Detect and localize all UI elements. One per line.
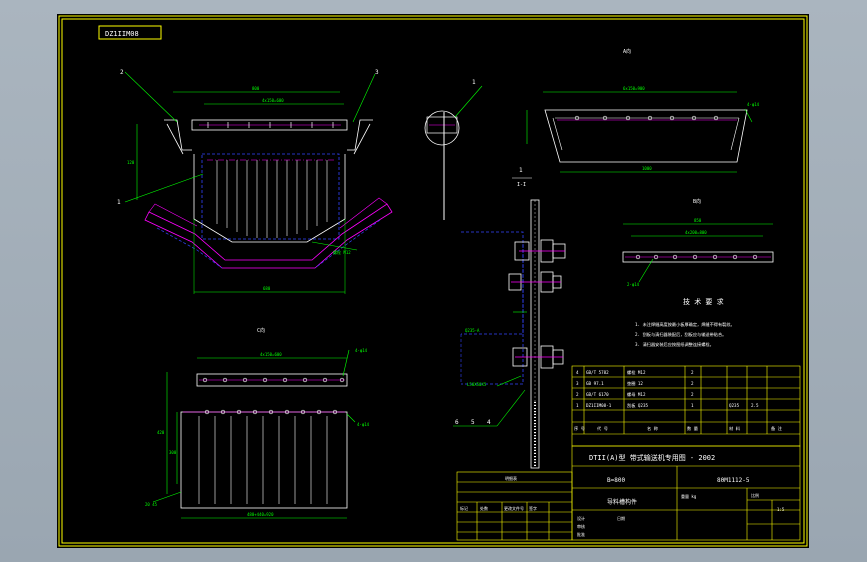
file-label: 更改文件号 bbox=[504, 505, 524, 511]
revision-table-text: 明细表 标记 处数 更改文件号 签字 bbox=[460, 475, 537, 511]
bom-row-2-qty: 2 bbox=[691, 392, 694, 397]
dim-a-top: 6x150=900 bbox=[623, 86, 645, 91]
dim-a-bottom: 1000 bbox=[642, 166, 652, 171]
section-view: 1 I-I Q235-A L50X50X5 6 5 4 bbox=[453, 167, 566, 469]
balloon-5: 5 bbox=[471, 419, 475, 426]
dim-c-bottom: 480+440=920 bbox=[247, 512, 274, 517]
bom-row-3-no: 3 bbox=[576, 381, 579, 386]
balloon-section: 1 bbox=[519, 167, 523, 174]
detail-circle: 1 bbox=[424, 79, 483, 220]
cad-drawing: DZ1IIM08 800 4x150=600 680 120 2 3 1 螺栓 … bbox=[58, 15, 808, 547]
drawing-number-text: DZ1IIM08 bbox=[105, 30, 139, 38]
title-block-text: DTII(A)型 带式输送机专用图 - 2002 B=800 80M1112-5… bbox=[577, 453, 785, 537]
drawing-code: 80M1112-5 bbox=[717, 477, 750, 484]
bom-row-4-name: 螺栓 M12 bbox=[627, 369, 646, 376]
company-line: DTII(A)型 带式输送机专用图 - 2002 bbox=[589, 453, 715, 462]
bom-row-1-material: Q235 bbox=[729, 403, 740, 408]
balloon-4: 4 bbox=[487, 419, 491, 426]
c-right-note2: 4-φ14 bbox=[357, 422, 370, 427]
bom-header-name: 名 称 bbox=[647, 425, 658, 432]
bom-row-3-code: GB 97.1 bbox=[586, 381, 604, 386]
dim-left-small: 120 bbox=[127, 160, 135, 165]
sheet-border-inner bbox=[61, 18, 805, 544]
c-view-ribs bbox=[198, 416, 328, 504]
viewport: DZ1IIM08 800 4x150=600 680 120 2 3 1 螺栓 … bbox=[0, 0, 867, 562]
bom-row-2-code: GB/T 6170 bbox=[586, 392, 609, 397]
section-note1: Q235-A bbox=[465, 328, 480, 333]
dim-top-inner: 4x150=600 bbox=[262, 98, 284, 103]
sign-label: 签字 bbox=[529, 505, 537, 511]
hidden-skirt bbox=[201, 153, 340, 240]
balloon-detail: 1 bbox=[472, 79, 476, 86]
bom-rows: 4 GB/T 5782 螺栓 M12 2 3 GB 97.1 垫圈 12 2 2… bbox=[574, 369, 783, 432]
balloon-2: 2 bbox=[120, 69, 124, 76]
sheet-border-outer bbox=[58, 15, 808, 547]
tech-item-2: 2. 刮板与清扫器装配后，刮板应与输送带贴合。 bbox=[635, 331, 726, 338]
section-note2: L50X50X5 bbox=[467, 382, 487, 387]
balloon-6: 6 bbox=[455, 419, 459, 426]
dim-c-left: 420 bbox=[157, 430, 165, 435]
view-label-section: I-I bbox=[517, 182, 526, 188]
label-top-right: 4-φ14 bbox=[747, 102, 760, 107]
dim-b-top: 4x200=800 bbox=[685, 230, 707, 235]
section-bolts bbox=[508, 239, 566, 369]
bom-header-material: 材 料 bbox=[729, 425, 741, 432]
bom-row-1-remark: 2.5 bbox=[751, 403, 759, 408]
bolt-note: 螺栓 M12 bbox=[333, 249, 351, 255]
bom-row-4-code: GB/T 5782 bbox=[586, 370, 609, 375]
dim-c-top: 4x150=600 bbox=[260, 352, 282, 357]
dim-b-total: 850 bbox=[694, 218, 702, 223]
bom-row-1-qty: 1 bbox=[691, 403, 694, 408]
tech-item-3: 3. 清扫器安装后应按图纸调整连接螺栓。 bbox=[635, 341, 714, 348]
bom-row-4-no: 4 bbox=[576, 370, 579, 375]
hole-note: 2-φ14 bbox=[627, 282, 640, 287]
scale-label: 比例 bbox=[751, 492, 759, 498]
tech-title: 技 术 要 求 bbox=[683, 297, 724, 306]
designer-label: 设计 bbox=[577, 515, 585, 521]
view-label-c: C向 bbox=[257, 327, 265, 334]
count-label: 处数 bbox=[480, 505, 488, 511]
bom-header-code: 代 号 bbox=[597, 425, 608, 432]
bom-header-qty: 数 量 bbox=[687, 425, 698, 432]
belt-width: B=800 bbox=[607, 477, 625, 484]
bom-row-1-name: 刮板 Q235 bbox=[627, 402, 648, 409]
view-label-a: A向 bbox=[623, 48, 631, 55]
weight-label: 重量 kg bbox=[681, 493, 697, 499]
c-view: C向 4x150=600 420 300 480+440=920 20 45 4… bbox=[145, 327, 370, 519]
bom-row-1-no: 1 bbox=[576, 403, 579, 408]
part-name: 导料槽构件 bbox=[607, 498, 637, 506]
bom-row-2-name: 螺母 M12 bbox=[627, 391, 646, 398]
bom-row-4-qty: 2 bbox=[691, 370, 694, 375]
bom-header-no: 序 号 bbox=[574, 425, 585, 432]
tech-requirements: 技 术 要 求 1. 未注焊缝高度按最小板厚确定，焊缝不得有裂纹。 2. 刮板与… bbox=[635, 297, 735, 348]
c-right-note: 4-φ14 bbox=[355, 348, 368, 353]
checker-label: 审核 bbox=[577, 523, 585, 529]
balloon-1: 1 bbox=[117, 199, 121, 206]
balloon-3: 3 bbox=[375, 69, 379, 76]
sheet-scale: 1:5 bbox=[777, 507, 785, 512]
bom-header-remark: 备 注 bbox=[771, 425, 783, 432]
view-label-b: B向 bbox=[693, 198, 701, 205]
a-view: A向 6x150=900 1000 4-φ14 bbox=[526, 48, 760, 173]
dim-c-left2: 300 bbox=[169, 450, 177, 455]
tech-item-1: 1. 未注焊缝高度按最小板厚确定，焊缝不得有裂纹。 bbox=[635, 321, 735, 328]
c-left-note: 20 45 bbox=[145, 502, 158, 507]
approver-label: 批准 bbox=[577, 531, 585, 537]
bom-row-3-qty: 2 bbox=[691, 381, 694, 386]
front-view: 800 4x150=600 680 120 2 3 1 螺栓 M12 bbox=[117, 69, 393, 294]
dim-top-overall: 800 bbox=[252, 86, 260, 91]
revision-label: 标记 bbox=[460, 505, 468, 511]
date-label: 日期 bbox=[617, 515, 625, 521]
dim-bottom-width: 680 bbox=[263, 286, 271, 291]
bom-row-2-no: 2 bbox=[576, 392, 579, 397]
vertical-ribs bbox=[216, 160, 328, 238]
b-view: B向 850 4x200=800 2-φ14 bbox=[622, 198, 774, 287]
bom-row-1-code: DZ1IIM08-1 bbox=[586, 403, 612, 408]
bom-row-3-name: 垫圈 12 bbox=[627, 380, 643, 387]
drawing-number-tag: DZ1IIM08 bbox=[98, 25, 162, 40]
drawing-sheet: DZ1IIM08 800 4x150=600 680 120 2 3 1 螺栓 … bbox=[57, 14, 809, 548]
revision-table-title: 明细表 bbox=[505, 475, 517, 481]
